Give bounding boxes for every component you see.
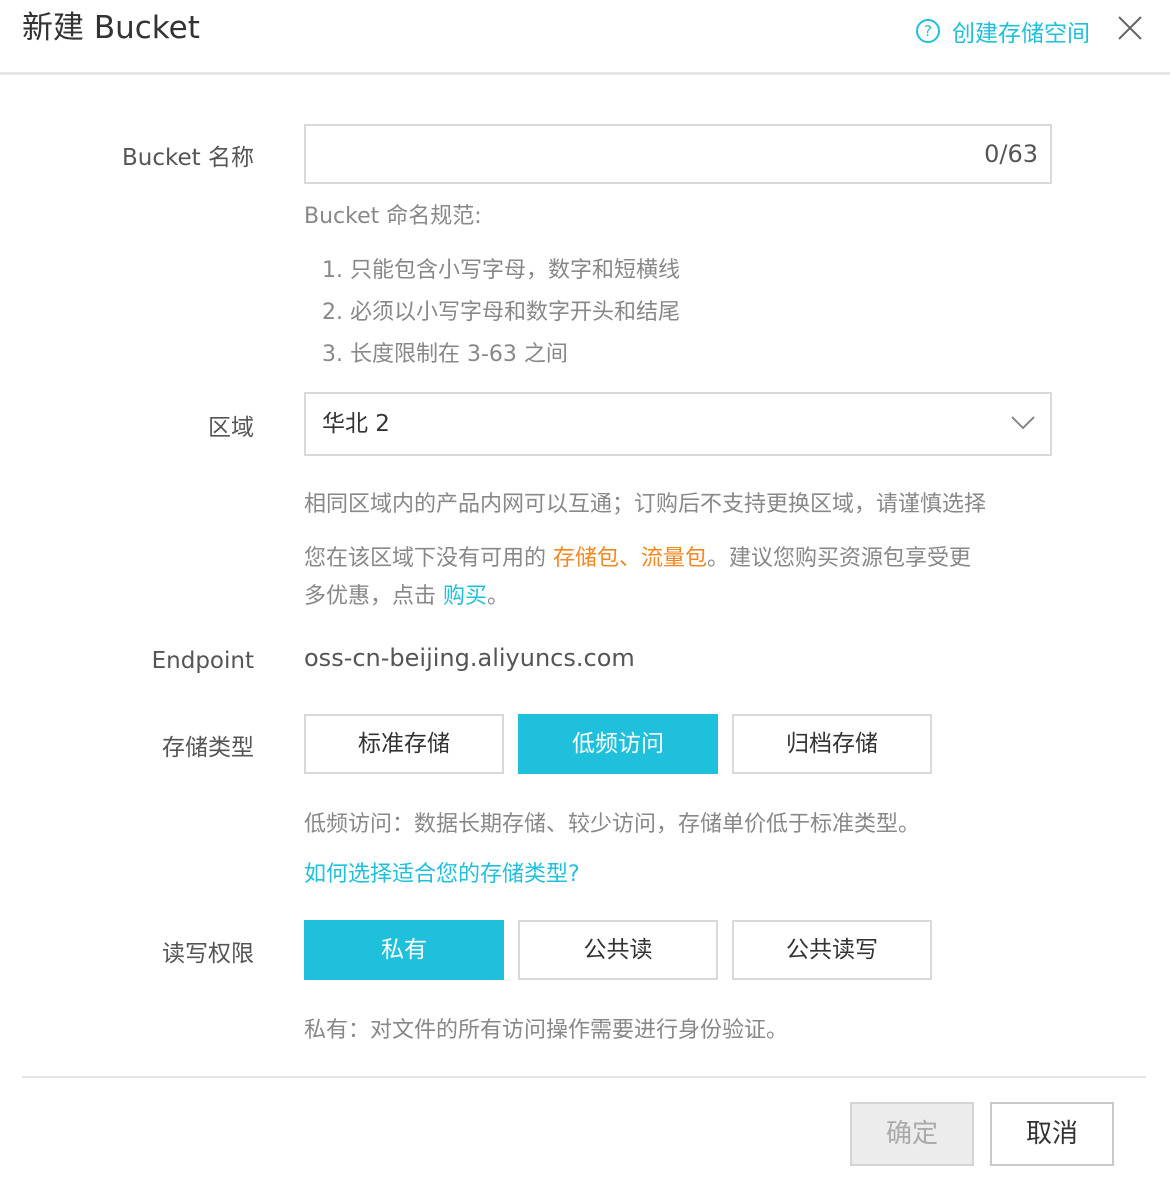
region-label: 区域 — [208, 415, 254, 441]
naming-rule-1: 1. 只能包含小写字母，数字和短横线 — [322, 258, 680, 283]
chevron-down-icon — [1011, 416, 1035, 430]
endpoint-value: oss-cn-beijing.aliyuncs.com — [304, 644, 635, 672]
confirm-button[interactable]: 确定 — [850, 1102, 974, 1166]
footer-divider — [22, 1076, 1146, 1078]
acl-description: 私有：对文件的所有访问操作需要进行身份验证。 — [304, 1018, 789, 1043]
buy-link[interactable]: 购买 — [443, 584, 487, 609]
dialog-header: 新建 Bucket ? 创建存储空间 — [0, 0, 1170, 75]
region-select[interactable]: 华北 2 — [304, 392, 1052, 456]
region-hint: 相同区域内的产品内网可以互通；订购后不支持更换区域，请谨慎选择 — [304, 492, 987, 517]
region-notice-line-2: 多优惠，点击 购买。 — [304, 578, 509, 610]
storage-class-description: 低频访问：数据长期存储、较少访问，存储单价低于标准类型。 — [304, 812, 921, 837]
create-bucket-help-link[interactable]: ? 创建存储空间 — [916, 14, 1090, 48]
acl-label: 读写权限 — [162, 941, 254, 967]
close-icon — [1118, 16, 1142, 40]
help-link-text: 创建存储空间 — [952, 21, 1090, 47]
bucket-name-input[interactable]: 0/63 — [304, 124, 1052, 184]
region-selected-value: 华北 2 — [322, 411, 390, 437]
naming-rule-3: 3. 长度限制在 3-63 之间 — [322, 342, 568, 367]
region-notice-line-1: 您在该区域下没有可用的 存储包、流量包。建议您购买资源包享受更 — [304, 540, 971, 572]
acl-private[interactable]: 私有 — [304, 920, 504, 980]
acl-public-read[interactable]: 公共读 — [518, 920, 718, 980]
dialog-title: 新建 Bucket — [22, 10, 200, 46]
cancel-button[interactable]: 取消 — [990, 1102, 1114, 1166]
storage-class-archive[interactable]: 归档存储 — [732, 714, 932, 774]
region-notice-line2-prefix: 多优惠，点击 — [304, 584, 443, 609]
region-notice-prefix: 您在该区域下没有可用的 — [304, 546, 553, 571]
acl-public-read-write[interactable]: 公共读写 — [732, 920, 932, 980]
question-icon: ? — [916, 19, 940, 43]
bucket-name-counter: 0/63 — [984, 140, 1038, 168]
endpoint-label: Endpoint — [151, 648, 254, 674]
region-notice-middle: 。建议您购买资源包享受更 — [707, 546, 972, 571]
storage-class-standard[interactable]: 标准存储 — [304, 714, 504, 774]
naming-rules-title: Bucket 命名规范: — [304, 204, 482, 229]
region-notice-end: 。 — [487, 584, 510, 609]
storage-class-help-link[interactable]: 如何选择适合您的存储类型? — [304, 856, 580, 888]
close-button[interactable] — [1116, 14, 1144, 42]
bucket-name-label: Bucket 名称 — [122, 145, 254, 171]
storage-packages-text: 存储包、流量包 — [553, 546, 708, 571]
storage-class-label: 存储类型 — [162, 735, 254, 761]
naming-rule-2: 2. 必须以小写字母和数字开头和结尾 — [322, 300, 680, 325]
storage-class-infrequent[interactable]: 低频访问 — [518, 714, 718, 774]
